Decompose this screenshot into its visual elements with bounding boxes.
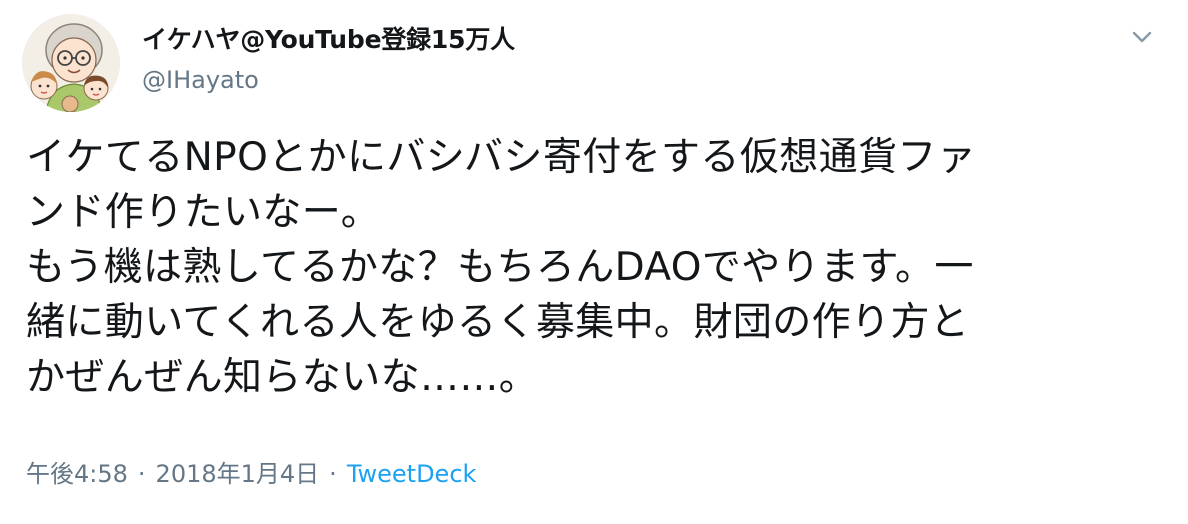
screen-name[interactable]: @IHayato (142, 64, 515, 96)
tweet-metadata: 午後4:58 · 2018年1月4日 · TweetDeck (26, 458, 476, 490)
tweet-card: イケハヤ@YouTube登録15万人 @IHayato イケてるNPOとかにバシ… (0, 0, 1188, 524)
display-name[interactable]: イケハヤ@YouTube登録15万人 (142, 24, 515, 56)
user-info: イケハヤ@YouTube登録15万人 @IHayato (142, 24, 515, 96)
tweet-text-line: 緒に動いてくれる人をゆるく募集中。財団の作り方と (26, 300, 970, 345)
chevron-down-icon (1132, 31, 1152, 43)
tweet-text-line: かぜんぜん知らないな……。 (26, 355, 539, 400)
tweet-text-line: もう機は熟してるかな？もちろんDAOでやります。一 (26, 245, 974, 290)
tweet-text-line: イケてるNPOとかにバシバシ寄付をする仮想通貨ファ (26, 135, 977, 180)
separator: · (329, 460, 337, 488)
tweet-time[interactable]: 午後4:58 (26, 460, 128, 488)
tweet-date[interactable]: 2018年1月4日 (156, 460, 320, 488)
avatar[interactable] (22, 14, 120, 112)
cartoon-family-avatar-icon (22, 14, 120, 112)
separator: · (137, 460, 146, 488)
tweet-source-link[interactable]: TweetDeck (347, 460, 477, 488)
tweet-text-line: ンド作りたいなー。 (26, 190, 381, 235)
tweet-menu-button[interactable] (1124, 22, 1160, 52)
tweet-text: イケてるNPOとかにバシバシ寄付をする仮想通貨ファ ンド作りたいなー。 もう機は… (26, 130, 1166, 405)
